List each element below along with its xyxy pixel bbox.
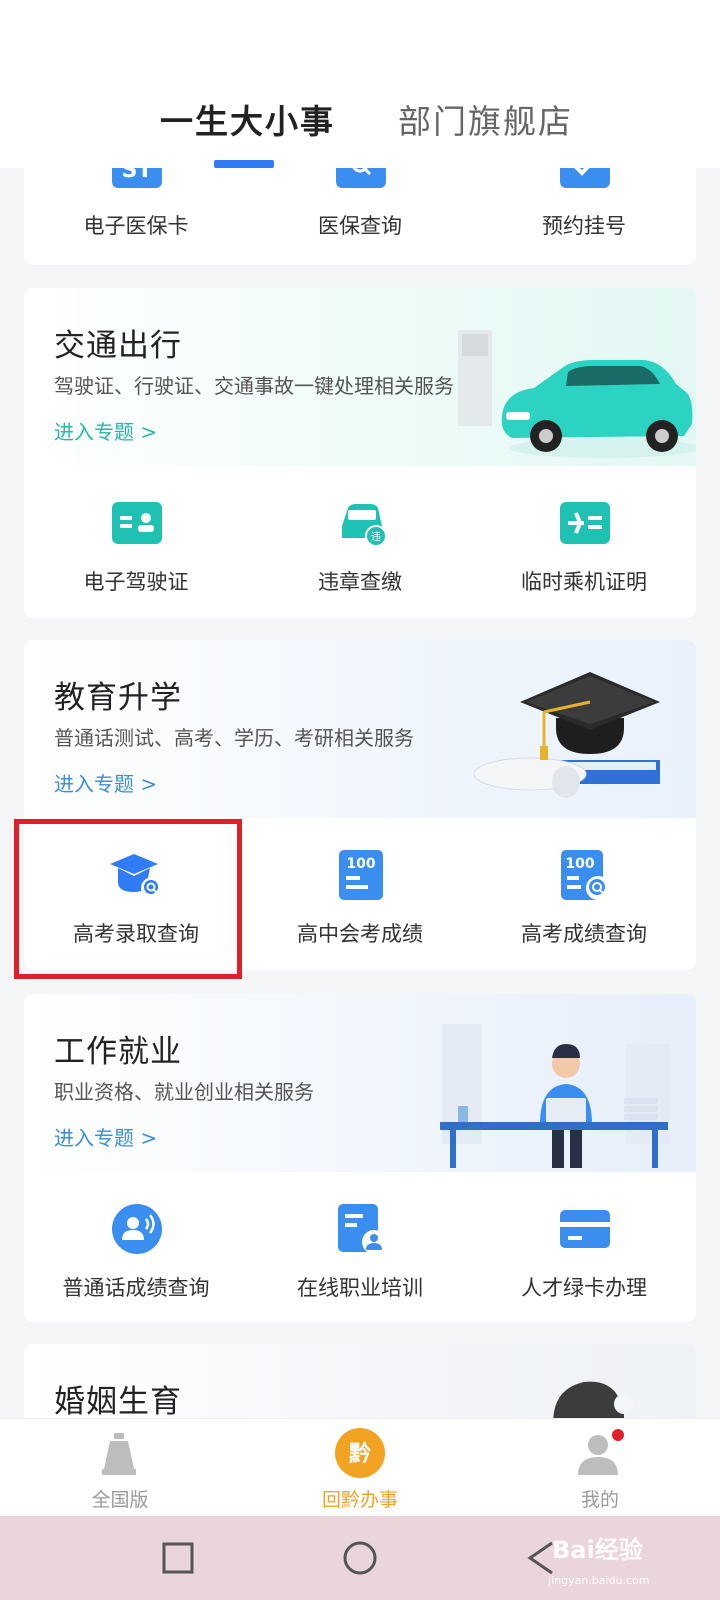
service-flight-certificate[interactable]: 临时乘机证明 bbox=[472, 466, 696, 618]
national-icon bbox=[102, 1433, 136, 1475]
education-enter-link[interactable]: 进入专题 > bbox=[54, 768, 157, 797]
tab-department-store[interactable]: 部门旗舰店 bbox=[398, 95, 573, 143]
service-label: 医保查询 bbox=[318, 214, 402, 238]
medical-card-icon: ST bbox=[112, 168, 162, 188]
card-medical: ST 电子医保卡 医保查询 预约挂号 bbox=[24, 168, 696, 265]
employment-title: 工作就业 bbox=[54, 1034, 182, 1070]
nav-label: 全国版 bbox=[91, 1489, 149, 1511]
service-appointment[interactable]: 预约挂号 bbox=[472, 168, 696, 265]
service-e-driver-license[interactable]: 电子驾驶证 bbox=[24, 466, 248, 618]
employment-enter-link[interactable]: 进入专题 > bbox=[54, 1122, 157, 1151]
service-label: 在线职业培训 bbox=[297, 1276, 423, 1300]
svg-text:100: 100 bbox=[346, 856, 375, 872]
nav-label: 回黔办事 bbox=[321, 1489, 398, 1511]
service-label: 高中会考成绩 bbox=[297, 922, 423, 946]
card-marriage: 婚姻生育 bbox=[24, 1344, 696, 1418]
medical-search-icon bbox=[336, 168, 386, 188]
bottom-navigation: 全国版 黔 回黔办事 我的 bbox=[0, 1418, 720, 1516]
notification-dot-icon bbox=[612, 1429, 624, 1441]
content-scroll[interactable]: ST 电子医保卡 医保查询 预约挂号 交通出行 驾驶证、行驶证、交通事故一键处理… bbox=[0, 168, 720, 1418]
service-label: 普通话成绩查询 bbox=[62, 1276, 210, 1300]
svg-text:黔: 黔 bbox=[349, 1441, 371, 1467]
service-online-training[interactable]: 在线职业培训 bbox=[248, 1172, 472, 1322]
traffic-enter-link[interactable]: 进入专题 > bbox=[54, 416, 157, 445]
svg-text:ST: ST bbox=[122, 168, 153, 183]
green-card-icon bbox=[560, 1210, 610, 1248]
watermark-url: jingyan.baidu.com bbox=[548, 1574, 650, 1587]
traffic-desc: 驾驶证、行驶证、交通事故一键处理相关服务 bbox=[54, 374, 454, 398]
card-employment: 工作就业 职业资格、就业创业相关服务 进入专题 > 普通话成绩查询 在线职业培训… bbox=[24, 994, 696, 1322]
service-mandarin-score[interactable]: 普通话成绩查询 bbox=[24, 1172, 248, 1322]
service-medical-query[interactable]: 医保查询 bbox=[248, 168, 472, 265]
service-label: 人才绿卡办理 bbox=[521, 1276, 647, 1300]
service-e-medical-card[interactable]: ST 电子医保卡 bbox=[24, 168, 248, 265]
traffic-banner[interactable]: 交通出行 驾驶证、行驶证、交通事故一键处理相关服务 进入专题 > bbox=[24, 288, 696, 466]
flight-certificate-icon bbox=[560, 502, 610, 544]
system-navigation-bar: Bai经验 jingyan.baidu.com bbox=[0, 1516, 720, 1600]
employment-desc: 职业资格、就业创业相关服务 bbox=[54, 1080, 314, 1104]
highlight-box bbox=[14, 819, 242, 979]
service-label: 违章查缴 bbox=[318, 570, 402, 594]
service-label: 高考成绩查询 bbox=[521, 922, 647, 946]
card-traffic: 交通出行 驾驶证、行驶证、交通事故一键处理相关服务 进入专题 > 电子驾驶证 违… bbox=[24, 288, 696, 618]
nav-guizhou-services[interactable]: 黔 回黔办事 bbox=[240, 1419, 480, 1517]
education-banner[interactable]: 教育升学 普通话测试、高考、学历、考研相关服务 进入专题 > bbox=[24, 640, 696, 818]
traffic-title: 交通出行 bbox=[54, 328, 182, 364]
violation-car-icon: 违 bbox=[342, 504, 387, 547]
home-icon[interactable] bbox=[342, 1540, 378, 1576]
education-title: 教育升学 bbox=[54, 680, 182, 716]
score-100-icon: 100 bbox=[339, 850, 383, 900]
active-tab-indicator bbox=[214, 160, 274, 168]
service-violation[interactable]: 违 违章查缴 bbox=[248, 466, 472, 618]
employment-banner[interactable]: 工作就业 职业资格、就业创业相关服务 进入专题 > bbox=[24, 994, 696, 1172]
recent-apps-icon[interactable] bbox=[162, 1542, 194, 1574]
service-label: 预约挂号 bbox=[542, 214, 626, 238]
score-search-icon: 100 bbox=[561, 850, 610, 900]
education-desc: 普通话测试、高考、学历、考研相关服务 bbox=[54, 726, 414, 750]
svg-text:违: 违 bbox=[371, 531, 381, 543]
marriage-title: 婚姻生育 bbox=[54, 1384, 182, 1418]
appointment-check-icon bbox=[560, 168, 610, 188]
marriage-illustration bbox=[553, 1381, 634, 1418]
top-tab-bar: 一生大小事 部门旗舰店 bbox=[0, 0, 720, 168]
service-talent-green-card[interactable]: 人才绿卡办理 bbox=[472, 1172, 696, 1322]
tab-life-events[interactable]: 一生大小事 bbox=[160, 95, 335, 143]
driver-license-icon bbox=[112, 502, 162, 544]
service-label: 电子医保卡 bbox=[83, 214, 189, 238]
office-worker-illustration bbox=[440, 1024, 670, 1168]
nav-mine[interactable]: 我的 bbox=[480, 1419, 720, 1517]
service-label: 电子驾驶证 bbox=[83, 570, 189, 594]
nav-label: 我的 bbox=[580, 1489, 619, 1511]
service-gaokao-scores[interactable]: 100 高考成绩查询 bbox=[472, 818, 696, 970]
training-doc-icon bbox=[338, 1204, 386, 1254]
speech-user-icon bbox=[112, 1204, 162, 1254]
svg-text:100: 100 bbox=[565, 856, 594, 872]
car-illustration bbox=[458, 330, 696, 458]
service-high-school-scores[interactable]: 100 高中会考成绩 bbox=[248, 818, 472, 970]
guizhou-logo-icon: 黔 bbox=[335, 1428, 385, 1478]
nav-national[interactable]: 全国版 bbox=[0, 1419, 240, 1517]
graduation-illustration bbox=[473, 672, 660, 798]
user-profile-icon bbox=[578, 1429, 624, 1475]
service-label: 临时乘机证明 bbox=[521, 570, 647, 594]
marriage-banner[interactable]: 婚姻生育 bbox=[24, 1344, 696, 1418]
watermark-logo: Bai经验 bbox=[552, 1536, 643, 1564]
